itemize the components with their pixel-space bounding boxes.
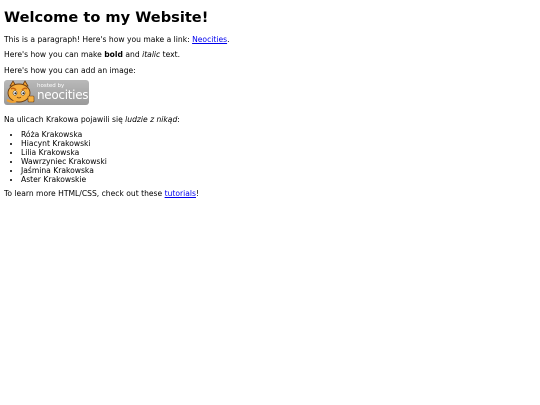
- paragraph-tutorials: To learn more HTML/CSS, check out these …: [4, 189, 536, 198]
- paragraph-image: Here's how you can add an image:: [4, 65, 136, 75]
- paragraph-text: This is a paragraph! Here's how you make…: [4, 35, 193, 44]
- list-item: Jaśmina Krakowska: [21, 166, 536, 175]
- krakow-after: :: [177, 115, 180, 125]
- page-title: Welcome to my Website!: [4, 9, 209, 26]
- tutorials-link[interactable]: tutorials: [165, 189, 196, 198]
- bold-text: bold: [104, 50, 123, 60]
- list-item: Aster Krakowskie: [21, 175, 536, 184]
- paragraph-end: .: [227, 35, 230, 44]
- paragraph-link: This is a paragraph! Here's how you make…: [4, 35, 536, 44]
- list-item: Róża Krakowska: [21, 130, 536, 139]
- formatting-middle: and: [122, 50, 143, 60]
- tutorials-before: To learn more HTML/CSS, check out these: [4, 188, 165, 198]
- list-item: Wawrzyniec Krakowski: [21, 157, 536, 166]
- paragraph-formatting: Here's how you can make bold and italic …: [4, 50, 536, 59]
- krakow-italic: ludzie z nikąd: [125, 115, 178, 125]
- list-item: Lilia Krakowska: [21, 148, 536, 157]
- formatting-after: text.: [160, 50, 181, 60]
- neocities-link[interactable]: Neocities: [192, 35, 227, 44]
- list-item: Hiacynt Krakowski: [21, 139, 536, 148]
- page-content: Welcome to my Website! This is a paragra…: [0, 0, 540, 198]
- neocities-cat-icon: [6, 80, 35, 104]
- krakow-before: Na ulicach Krakowa pojawili się: [4, 115, 126, 125]
- paragraph-krakow: Na ulicach Krakowa pojawili się ludzie z…: [4, 115, 536, 124]
- names-list: Róża Krakowska Hiacynt Krakowski Lilia K…: [4, 130, 536, 184]
- formatting-before: Here's how you can make: [4, 50, 105, 60]
- badge-neocities-text: neocities: [37, 88, 89, 103]
- italic-text: italic: [142, 50, 161, 60]
- tutorials-after: !: [195, 188, 200, 198]
- neocities-badge-image: hosted by neocities: [4, 80, 89, 106]
